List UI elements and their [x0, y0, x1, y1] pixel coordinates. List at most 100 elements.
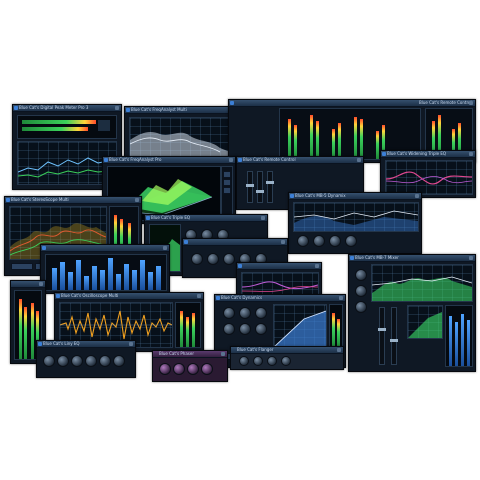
band-knob[interactable]: [57, 355, 69, 367]
window-title: Blue Cat's Phaser: [159, 351, 194, 356]
release-knob[interactable]: [345, 235, 357, 247]
scope-side-meters: [175, 302, 201, 348]
control-button[interactable]: [223, 187, 231, 194]
fader[interactable]: [246, 171, 254, 203]
width-knob[interactable]: [223, 253, 235, 265]
widening-triple-eq-window[interactable]: Blue Cat's Widening Triple EQ: [380, 150, 476, 198]
fader[interactable]: [256, 171, 264, 203]
threshold-knob[interactable]: [297, 235, 309, 247]
close-icon[interactable]: [129, 342, 133, 346]
band-knob[interactable]: [85, 355, 97, 367]
titlebar[interactable]: Blue Cat's Remote Control: [237, 157, 363, 164]
mb7-mixer-window[interactable]: Blue Cat's MB-7 Mixer: [348, 254, 476, 372]
blue-cat-logo-icon: [104, 158, 108, 162]
titlebar[interactable]: [41, 245, 169, 252]
depth-knob[interactable]: [173, 363, 185, 375]
transfer-curve-display: [273, 304, 327, 348]
blue-cat-logo-icon: [126, 108, 130, 112]
close-icon[interactable]: [135, 198, 139, 202]
attack-knob[interactable]: [329, 235, 341, 247]
close-icon[interactable]: [469, 152, 473, 156]
close-icon[interactable]: [261, 216, 265, 220]
mb5-dynamix-window[interactable]: Blue Cat's MB-5 Dynamix: [288, 192, 422, 254]
window-title: Blue Cat's Oscilloscope Multi: [61, 293, 119, 298]
flanger-window[interactable]: Blue Cat's Flanger: [230, 346, 344, 370]
mix-knob[interactable]: [355, 301, 367, 313]
blue-cat-logo-icon: [38, 342, 42, 346]
titlebar[interactable]: [237, 263, 321, 270]
window-title: Blue Cat's Digital Peak Meter Pro 3: [19, 105, 89, 110]
band-fader[interactable]: [378, 307, 386, 365]
blue-cat-logo-icon: [238, 264, 242, 268]
close-icon[interactable]: [337, 348, 341, 352]
close-icon[interactable]: [115, 106, 119, 110]
sonogram-controls: [221, 166, 233, 221]
feedback-knob[interactable]: [187, 363, 199, 375]
rate-knob[interactable]: [159, 363, 171, 375]
titlebar[interactable]: Blue Cat's Triple EQ: [145, 215, 267, 222]
close-icon[interactable]: [469, 256, 473, 260]
titlebar[interactable]: Blue Cat's FreqAnalyst Pro: [103, 157, 235, 164]
blue-cat-logo-icon: [42, 246, 46, 250]
blue-cat-logo-icon: [238, 158, 242, 162]
titlebar[interactable]: Blue Cat's StereoScope Multi: [5, 197, 141, 204]
fader[interactable]: [266, 171, 274, 203]
liny-eq-window[interactable]: Blue Cat's Liny EQ: [36, 340, 136, 378]
window-title: Blue Cat's FreqAnalyst Multi: [131, 107, 187, 112]
close-icon[interactable]: [197, 294, 201, 298]
window-title: Blue Cat's StereoScope Multi: [11, 197, 69, 202]
mix-knob[interactable]: [201, 363, 213, 375]
close-icon[interactable]: [281, 240, 285, 244]
titlebar[interactable]: Blue Cat's Dynamics: [215, 295, 345, 302]
gain-knob[interactable]: [255, 323, 267, 335]
control-button[interactable]: [223, 171, 231, 178]
titlebar[interactable]: Blue Cat's Remote Control: [229, 100, 475, 107]
band-curve-display: [293, 202, 419, 232]
close-icon[interactable]: [229, 158, 233, 162]
titlebar[interactable]: Blue Cat's Digital Peak Meter Pro 3: [13, 105, 121, 112]
close-icon[interactable]: [469, 101, 473, 105]
pan-knob[interactable]: [207, 253, 219, 265]
output-knob[interactable]: [355, 285, 367, 297]
close-icon[interactable]: [39, 282, 43, 286]
window-title: Blue Cat's Remote Control: [243, 157, 296, 162]
mix-knob[interactable]: [281, 356, 291, 366]
band-fader[interactable]: [390, 307, 398, 365]
attack-knob[interactable]: [223, 323, 235, 335]
titlebar[interactable]: Blue Cat's MB-7 Mixer: [349, 255, 475, 262]
titlebar[interactable]: Blue Cat's MB-5 Dynamix: [289, 193, 421, 200]
release-knob[interactable]: [239, 323, 251, 335]
spectrum-display: [129, 117, 231, 159]
mode-button[interactable]: [11, 263, 33, 270]
titlebar[interactable]: Blue Cat's Widening Triple EQ: [381, 151, 475, 158]
depth-knob[interactable]: [253, 356, 263, 366]
threshold-knob[interactable]: [223, 307, 235, 319]
knee-knob[interactable]: [255, 307, 267, 319]
gain-knob[interactable]: [191, 253, 203, 265]
titlebar[interactable]: Blue Cat's Flanger: [231, 347, 343, 354]
band-knob[interactable]: [71, 355, 83, 367]
delay-knob[interactable]: [239, 356, 249, 366]
close-icon[interactable]: [357, 158, 361, 162]
close-icon[interactable]: [339, 296, 343, 300]
rate-knob[interactable]: [267, 356, 277, 366]
ratio-knob[interactable]: [313, 235, 325, 247]
close-icon[interactable]: [221, 352, 225, 356]
input-knob[interactable]: [355, 269, 367, 281]
titlebar[interactable]: [183, 239, 287, 246]
band-knob[interactable]: [43, 355, 55, 367]
ratio-knob[interactable]: [239, 307, 251, 319]
titlebar[interactable]: Blue Cat's Liny EQ: [37, 341, 135, 348]
phaser-window[interactable]: Blue Cat's Phaser: [152, 350, 228, 382]
titlebar[interactable]: Blue Cat's Oscilloscope Multi: [55, 293, 203, 300]
band-knob[interactable]: [99, 355, 111, 367]
titlebar[interactable]: Blue Cat's Phaser: [153, 351, 227, 358]
blue-cat-logo-icon: [146, 216, 150, 220]
graphic-eq-window[interactable]: [40, 244, 170, 294]
band-knob[interactable]: [113, 355, 125, 367]
control-button[interactable]: [223, 179, 231, 186]
close-icon[interactable]: [315, 264, 319, 268]
close-icon[interactable]: [163, 246, 167, 250]
close-icon[interactable]: [415, 194, 419, 198]
titlebar[interactable]: [11, 281, 45, 288]
